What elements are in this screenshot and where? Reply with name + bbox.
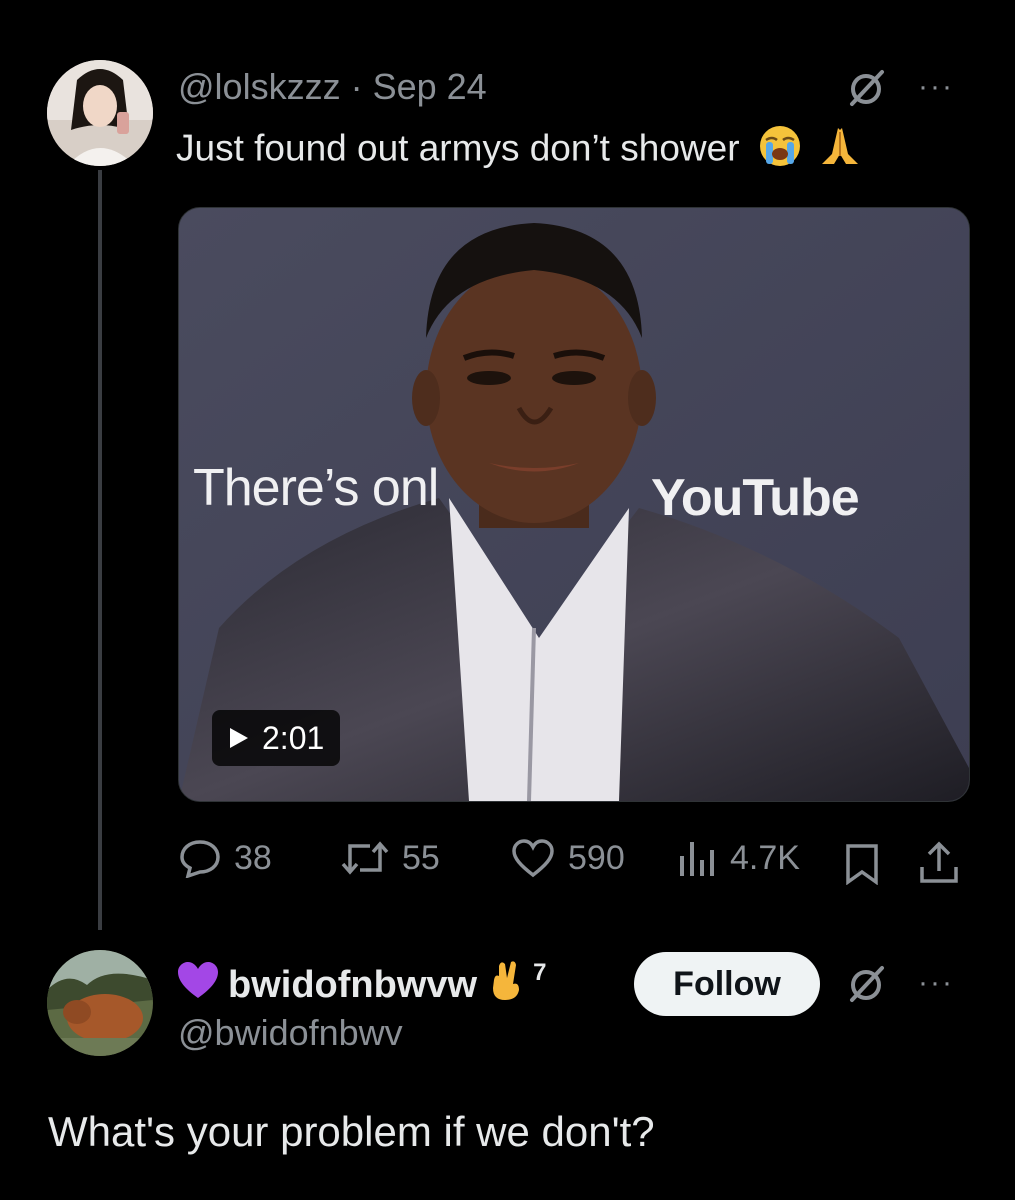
- grok-icon[interactable]: [846, 964, 886, 1004]
- reply-display-name: bwidofnbwvw: [228, 963, 478, 1006]
- purple-heart-icon: [176, 960, 220, 1010]
- reply-count: 38: [234, 838, 272, 877]
- author-handle[interactable]: @lolskzzz: [178, 66, 341, 107]
- loudly-crying-face-icon: [758, 124, 802, 177]
- like-count: 590: [568, 838, 625, 877]
- post-text-body: Just found out armys don’t shower: [176, 127, 740, 169]
- follow-button[interactable]: Follow: [634, 952, 820, 1016]
- heart-icon: [512, 839, 554, 878]
- post-date[interactable]: Sep 24: [373, 66, 487, 107]
- reply-icon: [180, 840, 220, 878]
- backdrop-text-left: There’s onl: [193, 459, 439, 517]
- views-chart-icon: [680, 842, 714, 876]
- post-meta: @lolskzzz · Sep 24: [178, 66, 487, 108]
- video-duration: 2:01: [262, 719, 325, 756]
- avatar-bwidofnbwv[interactable]: [47, 950, 153, 1056]
- share-icon[interactable]: [916, 840, 962, 886]
- repost-icon: [341, 841, 389, 875]
- crossed-fingers-icon: [485, 958, 525, 1012]
- reply-action[interactable]: 38: [178, 838, 272, 878]
- avatar-lolskzzz[interactable]: [47, 60, 153, 166]
- views-action[interactable]: 4.7K: [676, 838, 800, 878]
- reply-text: What's your problem if we don't?: [48, 1108, 655, 1155]
- meta-separator: ·: [350, 66, 363, 107]
- more-options-icon[interactable]: ···: [918, 70, 954, 104]
- reply-badge-number: 7: [533, 959, 547, 986]
- repost-count: 55: [402, 838, 440, 877]
- folded-hands-icon: [818, 124, 862, 177]
- view-count: 4.7K: [730, 838, 800, 877]
- reply-author-name[interactable]: bwidofnbwvw 7: [176, 958, 546, 1012]
- more-options-icon[interactable]: ···: [918, 966, 954, 1000]
- video-duration-badge[interactable]: 2:01: [212, 710, 341, 766]
- repost-action[interactable]: 55: [340, 838, 440, 878]
- play-icon: [230, 728, 248, 748]
- post-text: Just found out armys don’t shower: [176, 124, 862, 177]
- reply-author-handle[interactable]: @bwidofnbwv: [178, 1012, 403, 1054]
- backdrop-text-right: YouTube: [651, 469, 860, 527]
- thread-connector-line: [98, 170, 102, 930]
- bookmark-icon[interactable]: [842, 842, 882, 886]
- like-action[interactable]: 590: [510, 838, 625, 878]
- grok-icon[interactable]: [846, 68, 886, 108]
